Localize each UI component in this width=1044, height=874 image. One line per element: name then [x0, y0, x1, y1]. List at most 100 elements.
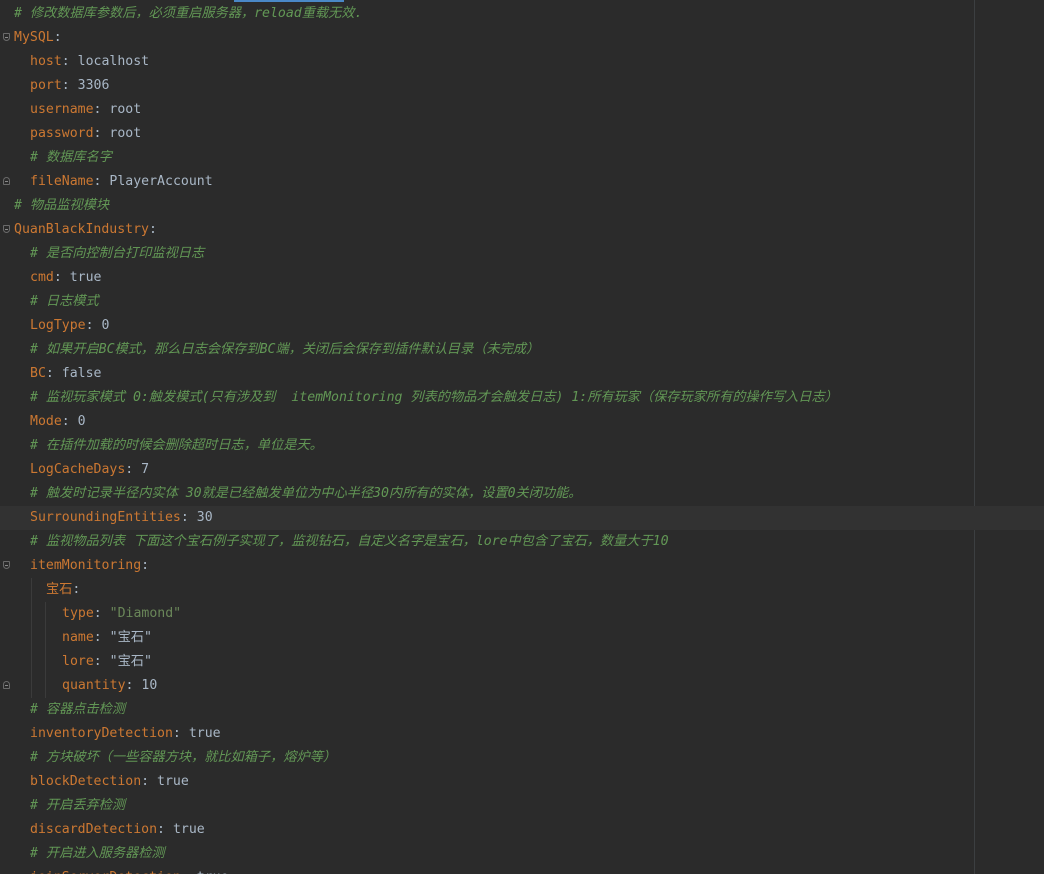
code-line[interactable]: cmd: true — [0, 266, 974, 290]
code-line[interactable]: fileName: PlayerAccount — [0, 170, 974, 194]
yaml-key: LogCacheDays — [30, 462, 126, 477]
code-line[interactable]: 宝石: — [0, 578, 974, 602]
yaml-key: port — [30, 78, 62, 93]
yaml-key: SurroundingEntities — [30, 510, 181, 525]
comment-text: # 开启丢弃检测 — [30, 794, 125, 818]
code-line[interactable]: password: root — [0, 122, 974, 146]
comment: # 数据库名字 — [30, 150, 112, 165]
code-line[interactable]: BC: false — [0, 362, 974, 386]
indent-guide — [31, 674, 32, 698]
fold-collapse-icon[interactable] — [3, 225, 10, 233]
section-key: MySQL: — [14, 26, 62, 50]
code-line[interactable]: type: "Diamond" — [0, 602, 974, 626]
fold-end-icon[interactable] — [3, 177, 10, 185]
code-line[interactable]: # 是否向控制台打印监视日志 — [0, 242, 974, 266]
key-value-pair: LogCacheDays: 7 — [30, 458, 149, 482]
colon: : — [93, 630, 110, 645]
yaml-key: fileName — [30, 174, 94, 189]
code-line[interactable]: joinServerDetection: true — [0, 866, 974, 874]
code-line[interactable]: host: localhost — [0, 50, 974, 74]
code-line[interactable]: MySQL: — [0, 26, 974, 50]
key-value-pair: port: 3306 — [30, 74, 109, 98]
code-line[interactable]: Mode: 0 — [0, 410, 974, 434]
code-line[interactable]: lore: "宝石" — [0, 650, 974, 674]
code-line[interactable]: # 修改数据库参数后，必须重启服务器，reload重载无效. — [0, 2, 974, 26]
code-line[interactable]: # 监视玩家模式 0:触发模式(只有涉及到 itemMonitoring 列表的… — [0, 386, 974, 410]
code-line[interactable]: discardDetection: true — [0, 818, 974, 842]
key-value-pair: inventoryDetection: true — [30, 722, 221, 746]
code-line[interactable]: blockDetection: true — [0, 770, 974, 794]
indent-guide — [31, 602, 32, 626]
comment: # 日志模式 — [30, 294, 99, 309]
code-line[interactable]: port: 3306 — [0, 74, 974, 98]
key-value-pair: cmd: true — [30, 266, 101, 290]
code-line[interactable]: # 物品监视模块 — [0, 194, 974, 218]
key-value-pair: BC: false — [30, 362, 101, 386]
colon: : — [53, 30, 62, 45]
yaml-key: password — [30, 126, 94, 141]
code-line[interactable]: LogType: 0 — [0, 314, 974, 338]
comment-text: # 数据库名字 — [30, 146, 112, 170]
comment-text: # 日志模式 — [30, 290, 99, 314]
key-value-pair: joinServerDetection: true — [30, 866, 229, 874]
yaml-value: true — [69, 270, 102, 285]
yaml-value: 0 — [77, 414, 86, 429]
fold-collapse-icon[interactable] — [3, 561, 10, 569]
code-line[interactable]: # 触发时记录半径内实体 30就是已经触发单位为中心半径30内所有的实体，设置0… — [0, 482, 974, 506]
comment-text: # 监视玩家模式 0:触发模式(只有涉及到 itemMonitoring 列表的… — [30, 386, 838, 410]
code-line[interactable]: # 在插件加载的时候会删除超时日志，单位是天。 — [0, 434, 974, 458]
code-line[interactable]: # 日志模式 — [0, 290, 974, 314]
indent-guide — [31, 626, 32, 650]
yaml-value: true — [197, 870, 229, 874]
indent-guide — [31, 650, 32, 674]
code-editor[interactable]: # 修改数据库参数后，必须重启服务器，reload重载无效. MySQL: host… — [0, 0, 1044, 874]
right-margin-guide — [974, 0, 975, 874]
colon: : — [157, 822, 173, 837]
indent-guide — [45, 602, 46, 626]
code-line[interactable]: SurroundingEntities: 30 — [0, 506, 1044, 530]
yaml-key: username — [30, 102, 94, 117]
code-line[interactable]: itemMonitoring: — [0, 554, 974, 578]
comment-text: # 在插件加载的时候会删除超时日志，单位是天。 — [30, 434, 323, 458]
code-line[interactable]: # 容器点击检测 — [0, 698, 974, 722]
code-line[interactable]: inventoryDetection: true — [0, 722, 974, 746]
fold-end-icon[interactable] — [3, 681, 10, 689]
section-key: 宝石: — [46, 578, 80, 602]
yaml-key: BC — [30, 366, 46, 381]
yaml-value: 7 — [141, 462, 150, 477]
code-line[interactable]: name: "宝石" — [0, 626, 974, 650]
yaml-key: lore — [62, 654, 94, 669]
yaml-value: true — [172, 822, 205, 837]
yaml-value: 10 — [141, 678, 158, 693]
comment: # 在插件加载的时候会删除超时日志，单位是天。 — [30, 438, 323, 453]
key-value-pair: Mode: 0 — [30, 410, 86, 434]
code-line[interactable]: # 数据库名字 — [0, 146, 974, 170]
comment: # 修改数据库参数后，必须重启服务器，reload重载无效. — [14, 6, 363, 21]
code-line[interactable]: username: root — [0, 98, 974, 122]
colon: : — [93, 606, 110, 621]
comment: # 开启进入服务器检测 — [30, 846, 165, 861]
yaml-key: inventoryDetection — [30, 726, 173, 741]
comment: # 如果开启BC模式，那么日志会保存到BC端，关闭后会保存到插件默认目录（未完成… — [30, 342, 540, 357]
comment-text: # 开启进入服务器检测 — [30, 842, 165, 866]
yaml-value: root — [109, 102, 142, 117]
yaml-key: MySQL — [14, 30, 54, 45]
code-line[interactable]: # 如果开启BC模式，那么日志会保存到BC端，关闭后会保存到插件默认目录（未完成… — [0, 338, 974, 362]
code-lines[interactable]: # 修改数据库参数后，必须重启服务器，reload重载无效. MySQL: host… — [0, 2, 1044, 874]
code-line[interactable]: # 监视物品列表 下面这个宝石例子实现了，监视钻石，自定义名字是宝石，lore中… — [0, 530, 974, 554]
code-line[interactable]: LogCacheDays: 7 — [0, 458, 974, 482]
key-value-pair: host: localhost — [30, 50, 149, 74]
code-line[interactable]: quantity: 10 — [0, 674, 974, 698]
yaml-key: discardDetection — [30, 822, 158, 837]
comment: # 容器点击检测 — [30, 702, 126, 717]
code-line[interactable]: # 开启进入服务器检测 — [0, 842, 974, 866]
key-value-pair: SurroundingEntities: 30 — [30, 506, 213, 530]
code-line[interactable]: QuanBlackIndustry: — [0, 218, 974, 242]
colon: : — [72, 582, 81, 597]
colon: : — [53, 270, 70, 285]
yaml-key: 宝石 — [46, 582, 73, 597]
code-line[interactable]: # 方块破坏（一些容器方块，就比如箱子，熔炉等） — [0, 746, 974, 770]
fold-collapse-icon[interactable] — [3, 33, 10, 41]
indent-guide — [31, 578, 32, 602]
code-line[interactable]: # 开启丢弃检测 — [0, 794, 974, 818]
